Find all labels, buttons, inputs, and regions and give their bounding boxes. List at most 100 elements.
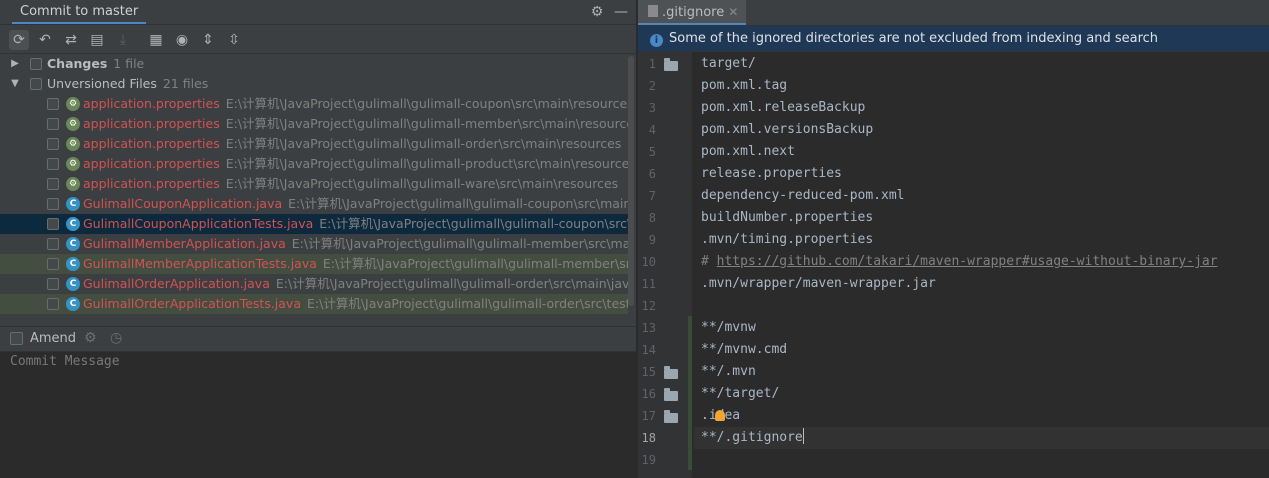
group-unversioned[interactable]: ▼ Unversioned Files 21 files — [0, 74, 628, 94]
java-class-icon: C — [66, 257, 80, 271]
file-checkbox[interactable] — [47, 98, 59, 110]
java-class-icon: C — [66, 277, 80, 291]
group-checkbox[interactable] — [30, 58, 42, 70]
file-path: E:\计算机\JavaProject\gulimall\gulimall-mem… — [291, 236, 628, 251]
gear-icon[interactable]: ⚙ — [588, 3, 606, 21]
code-line[interactable]: pom.xml.tag — [701, 75, 787, 97]
code-line[interactable]: **/mvnw — [701, 317, 756, 339]
chevron-down-icon[interactable]: ▼ — [10, 74, 20, 94]
code-line[interactable]: **/.mvn — [701, 361, 756, 383]
line-number: 16 — [641, 387, 656, 401]
download-icon[interactable]: ⤓ — [113, 30, 133, 50]
file-checkbox[interactable] — [47, 258, 59, 270]
commit-tab[interactable]: Commit to master — [12, 0, 147, 24]
vcs-change-marker[interactable] — [688, 316, 692, 470]
file-row[interactable]: ⚙ application.properties E:\计算机\JavaProjec… — [0, 174, 628, 194]
info-icon: i — [650, 34, 663, 47]
file-checkbox[interactable] — [47, 218, 59, 230]
eye-icon[interactable]: ◉ — [172, 30, 192, 50]
code-line[interactable]: .mvn/wrapper/maven-wrapper.jar — [701, 273, 936, 295]
clock-icon[interactable]: ◷ — [110, 330, 122, 346]
folder-icon[interactable] — [664, 410, 678, 423]
code-line[interactable]: dependency-reduced-pom.xml — [701, 185, 905, 207]
file-path: E:\计算机\JavaProject\gulimall\gulimall-cou… — [225, 96, 628, 111]
properties-file-icon: ⚙ — [66, 137, 80, 151]
file-entry: application.properties E:\计算机\JavaProject… — [83, 94, 628, 114]
file-checkbox[interactable] — [47, 158, 59, 170]
comment-link[interactable]: https://github.com/takari/maven-wrapper#… — [717, 254, 1218, 269]
line-number: 10 — [641, 255, 656, 269]
folder-icon[interactable] — [664, 388, 678, 401]
chevron-right-icon[interactable]: ▶ — [10, 54, 20, 74]
minimize-icon[interactable]: — — [612, 3, 630, 21]
editor-tab-gitignore[interactable]: .gitignore ✕ — [638, 0, 747, 25]
file-checkbox[interactable] — [47, 238, 59, 250]
file-row[interactable]: C GulimallOrderApplication.java E:\计算机\Jav… — [0, 274, 628, 294]
code-line[interactable]: **/.gitignore — [701, 427, 804, 449]
file-checkbox[interactable] — [47, 298, 59, 310]
code-text: **/mvnw.cmd — [701, 342, 788, 357]
file-row[interactable]: C GulimallOrderApplicationTests.java E:\计算… — [0, 294, 628, 314]
file-path: E:\计算机\JavaProject\gulimall\gulimall-ord… — [307, 296, 628, 311]
tree-scrollbar[interactable] — [628, 56, 634, 306]
group-count: 21 files — [162, 76, 209, 91]
code-line[interactable]: .mvn/timing.properties — [701, 229, 873, 251]
file-row[interactable]: C GulimallCouponApplicationTests.java E:\计… — [0, 214, 628, 234]
code-text: pom.xml.versionsBackup — [701, 122, 874, 137]
line-number: 8 — [648, 211, 656, 225]
file-checkbox[interactable] — [47, 138, 59, 150]
amend-label[interactable]: Amend — [30, 327, 76, 351]
collapse-all-icon[interactable]: ⇳ — [224, 30, 244, 50]
file-entry: GulimallOrderApplication.java E:\计算机\Java… — [83, 274, 628, 294]
file-row[interactable]: ⚙ application.properties E:\计算机\JavaProjec… — [0, 114, 628, 134]
code-line[interactable]: buildNumber.properties — [701, 207, 873, 229]
code-text: **/target/ — [701, 386, 780, 401]
file-row[interactable]: ⚙ application.properties E:\计算机\JavaProjec… — [0, 134, 628, 154]
rollback-icon[interactable]: ↶ — [35, 30, 55, 50]
line-number: 7 — [648, 189, 656, 203]
properties-file-icon: ⚙ — [66, 117, 80, 131]
code-text: .mvn/wrapper/maven-wrapper.jar — [701, 276, 936, 291]
folder-icon[interactable] — [664, 58, 678, 71]
lightbulb-icon[interactable] — [715, 410, 725, 421]
diff-icon[interactable]: ⇄ — [61, 30, 81, 50]
file-entry: GulimallOrderApplicationTests.java E:\计算机… — [83, 294, 628, 314]
folder-icon[interactable] — [664, 366, 678, 379]
amend-checkbox[interactable] — [10, 332, 23, 345]
code-line[interactable]: # https://github.com/takari/maven-wrappe… — [701, 251, 1218, 273]
file-row[interactable]: C GulimallMemberApplicationTests.java E:\计… — [0, 254, 628, 274]
shelve-icon[interactable]: ▤ — [87, 30, 107, 50]
line-number: 13 — [641, 321, 656, 335]
gear-icon[interactable]: ⚙ — [84, 330, 97, 346]
file-checkbox[interactable] — [47, 198, 59, 210]
banner-text: Some of the ignored directories are not … — [669, 31, 1159, 46]
file-row[interactable]: ⚙ application.properties E:\计算机\JavaProjec… — [0, 94, 628, 114]
expand-all-icon[interactable]: ⇕ — [198, 30, 218, 50]
file-row[interactable]: CGulimallProductApplication.javaE:\计算机\J… — [0, 314, 628, 316]
line-number: 19 — [641, 453, 656, 467]
group-by-icon[interactable]: ▦ — [146, 30, 166, 50]
code-line[interactable]: target/ — [701, 53, 756, 75]
file-checkbox[interactable] — [47, 178, 59, 190]
code-line[interactable]: **/target/ — [701, 383, 779, 405]
code-line[interactable]: **/mvnw.cmd — [701, 339, 787, 361]
group-changes[interactable]: ▶ Changes 1 file — [0, 54, 628, 74]
group-label: Changes — [47, 56, 108, 71]
commit-message-input[interactable] — [0, 352, 636, 478]
code-line[interactable]: pom.xml.next — [701, 141, 795, 163]
code-line[interactable]: pom.xml.releaseBackup — [701, 97, 865, 119]
code-line[interactable]: pom.xml.versionsBackup — [701, 119, 873, 141]
text-caret — [802, 428, 804, 444]
file-row[interactable]: ⚙ application.properties E:\计算机\JavaProjec… — [0, 154, 628, 174]
file-checkbox[interactable] — [47, 278, 59, 290]
group-checkbox[interactable] — [30, 78, 42, 90]
file-row[interactable]: C GulimallCouponApplication.java E:\计算机\Ja… — [0, 194, 628, 214]
file-name: application.properties — [83, 176, 220, 191]
code-text: target/ — [701, 56, 756, 71]
info-banner: i Some of the ignored directories are not… — [638, 26, 1269, 52]
close-icon[interactable]: ✕ — [728, 5, 738, 19]
file-checkbox[interactable] — [47, 118, 59, 130]
code-line[interactable]: release.properties — [701, 163, 842, 185]
refresh-icon[interactable]: ⟳ — [9, 30, 29, 50]
file-row[interactable]: C GulimallMemberApplication.java E:\计算机\Ja… — [0, 234, 628, 254]
